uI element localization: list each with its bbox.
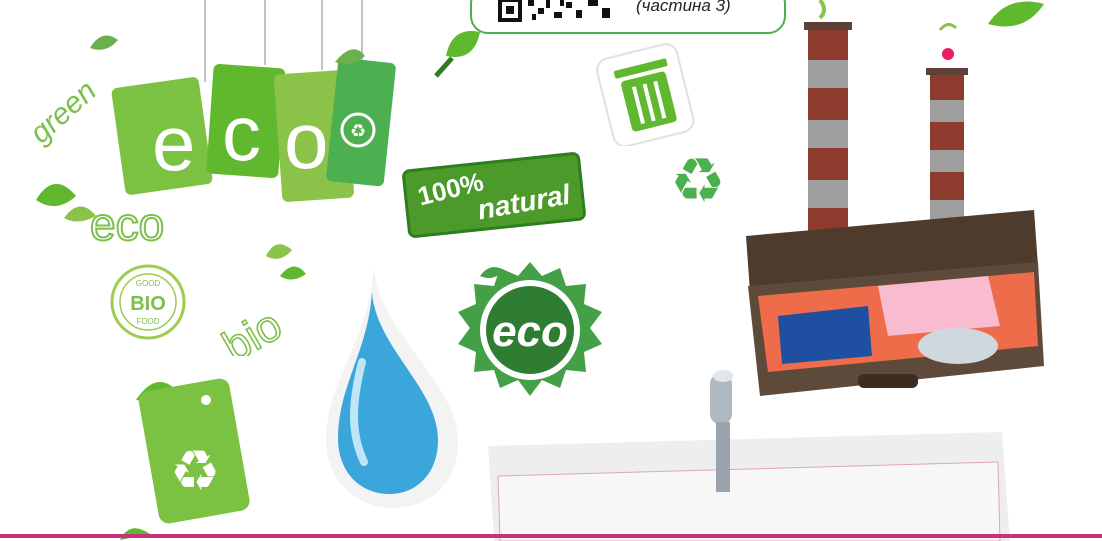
svg-text:♻: ♻ (170, 439, 220, 502)
svg-text:bio: bio (215, 300, 290, 356)
svg-text:♻: ♻ (670, 147, 726, 214)
natural-stamp-icon: 100% natural (402, 152, 586, 238)
svg-text:green: green (24, 74, 103, 150)
svg-text:BIO: BIO (130, 293, 166, 315)
green-script: green (24, 35, 118, 150)
caption-text: (частина 3) (636, 0, 731, 15)
leaf-icon (988, 1, 1044, 27)
sink-faucet-icon (488, 370, 1010, 541)
qr-code-icon[interactable] (498, 0, 618, 22)
recycle-tag-icon: ♻ (136, 378, 250, 524)
svg-text:♻: ♻ (350, 121, 366, 141)
svg-text:eco: eco (492, 307, 568, 356)
leaf-icon (434, 31, 480, 78)
svg-text:o: o (284, 96, 329, 185)
recycle-icon: ♻ (670, 147, 726, 214)
eco-script: eco (36, 183, 165, 251)
trash-can-icon (596, 43, 695, 146)
bottom-divider (0, 534, 1102, 538)
tag-c: c (206, 64, 286, 178)
caption-box: (частина 3) (470, 0, 786, 34)
bio-seal-icon: GOOD BIO FOOD (110, 264, 186, 340)
svg-text:GOOD: GOOD (136, 279, 161, 288)
svg-text:eco: eco (90, 198, 164, 250)
svg-text:c: c (222, 89, 261, 177)
svg-text:FOOD: FOOD (136, 317, 159, 326)
